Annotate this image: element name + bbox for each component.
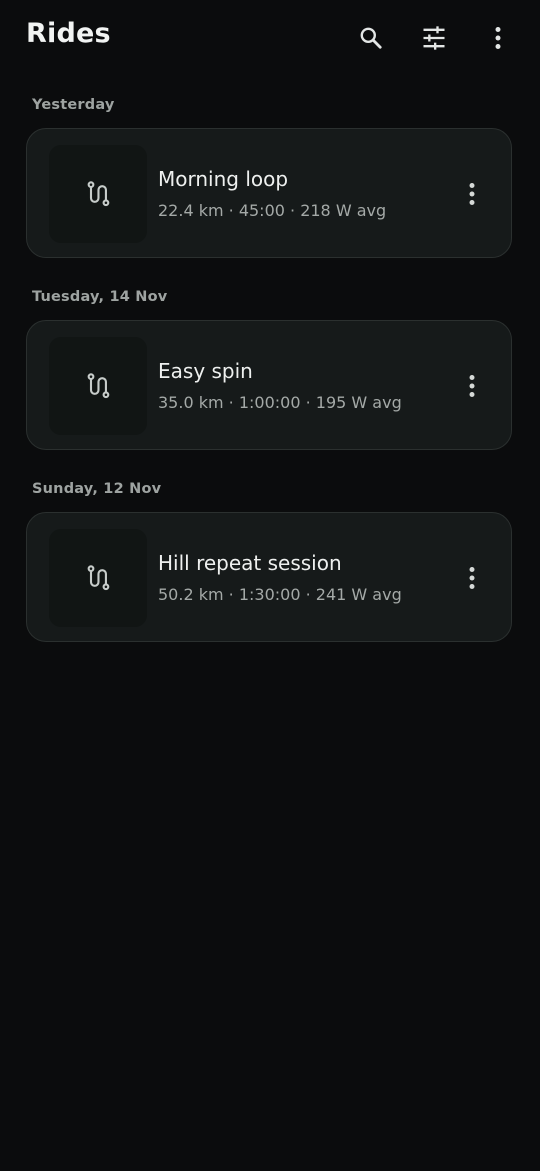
search-icon — [360, 27, 382, 49]
section-header: Tuesday, 14 Nov — [32, 289, 168, 305]
ride-thumbnail — [49, 529, 147, 627]
ride-thumbnail — [49, 145, 147, 243]
ride-menu-button[interactable] — [452, 172, 492, 216]
more-vert-icon — [469, 567, 475, 589]
app-bar: Rides — [0, 0, 540, 76]
ride-list: Yesterday Morning loop 22.4 km · 45:00 ·… — [0, 82, 540, 658]
section-header: Sunday, 12 Nov — [32, 481, 162, 497]
ride-menu-button[interactable] — [452, 556, 492, 600]
route-icon — [87, 373, 110, 399]
ride-section: Sunday, 12 Nov Hill repeat session 50.2 … — [0, 466, 540, 642]
more-vert-icon — [469, 183, 475, 205]
overflow-menu-button[interactable] — [476, 16, 520, 60]
ride-thumbnail — [49, 337, 147, 435]
section-header: Yesterday — [32, 97, 115, 113]
ride-card[interactable]: Hill repeat session 50.2 km · 1:30:00 · … — [26, 512, 512, 642]
ride-title: Easy spin — [158, 359, 253, 383]
route-icon — [87, 181, 110, 207]
ride-stats: 35.0 km · 1:00:00 · 195 W avg — [158, 393, 402, 412]
ride-title: Morning loop — [158, 167, 289, 191]
search-button[interactable] — [349, 16, 393, 60]
filter-button[interactable] — [412, 16, 456, 60]
more-vert-icon — [495, 27, 501, 49]
ride-section: Yesterday Morning loop 22.4 km · 45:00 ·… — [0, 82, 540, 258]
ride-menu-button[interactable] — [452, 364, 492, 408]
ride-title: Hill repeat session — [158, 551, 342, 575]
more-vert-icon — [469, 375, 475, 397]
ride-stats: 50.2 km · 1:30:00 · 241 W avg — [158, 585, 402, 604]
ride-section: Tuesday, 14 Nov Easy spin 35.0 km · 1:00… — [0, 274, 540, 450]
ride-card[interactable]: Easy spin 35.0 km · 1:00:00 · 195 W avg — [26, 320, 512, 450]
tune-icon — [423, 26, 445, 50]
page-title: Rides — [26, 18, 111, 49]
route-icon — [87, 565, 110, 591]
ride-card[interactable]: Morning loop 22.4 km · 45:00 · 218 W avg — [26, 128, 512, 258]
ride-stats: 22.4 km · 45:00 · 218 W avg — [158, 201, 387, 220]
